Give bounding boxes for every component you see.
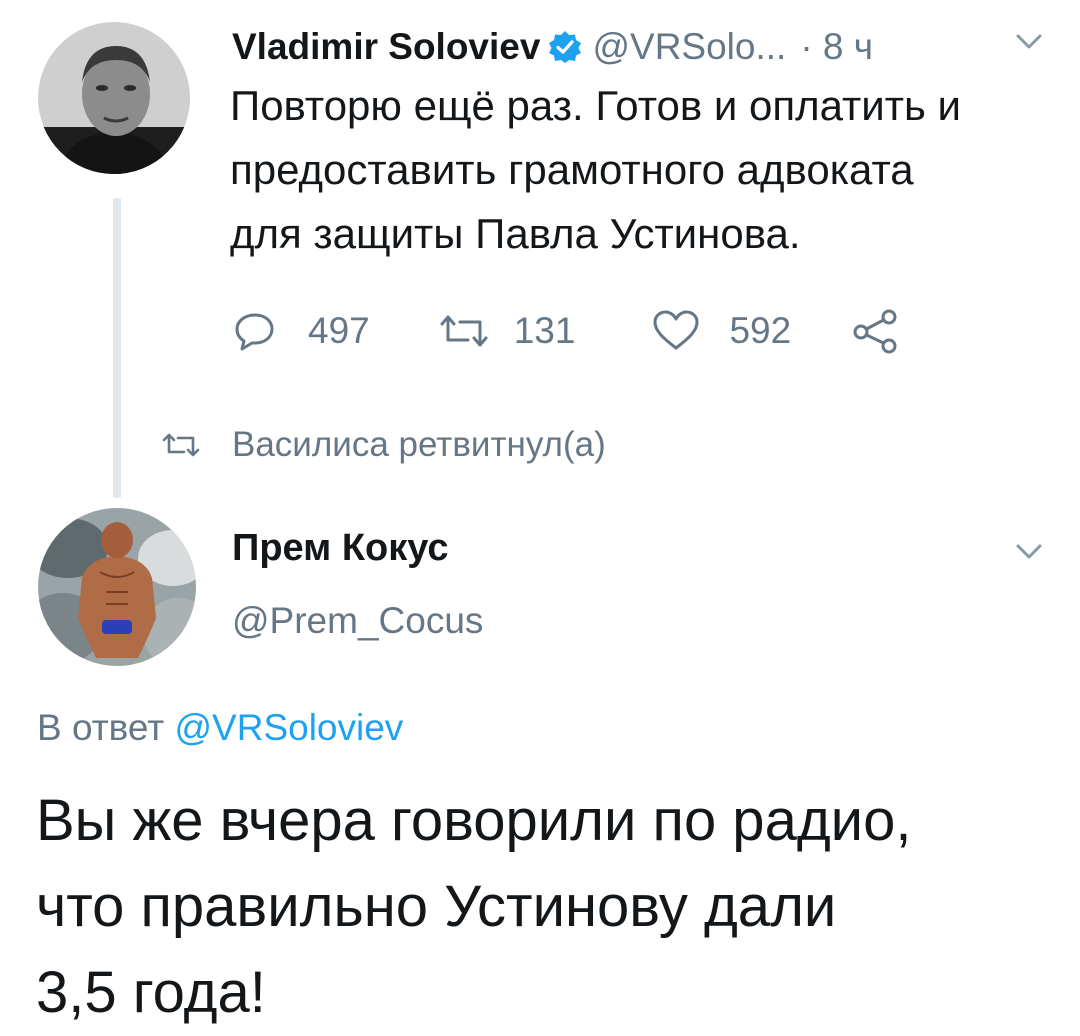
reply-text-line: что правильно Устинову дали xyxy=(36,874,837,939)
retweet-icon xyxy=(162,433,200,457)
reply-text-line: Вы же вчера говорили по радио, xyxy=(36,788,912,853)
retweet-icon xyxy=(440,315,488,347)
author-handle[interactable]: @VRSolo... xyxy=(592,26,786,68)
tweet-text-line: для защиты Павла Устинова. xyxy=(230,210,801,257)
share-icon xyxy=(853,309,897,354)
reply-author-handle[interactable]: @Prem_Cocus xyxy=(232,600,483,642)
chevron-down-icon[interactable] xyxy=(1012,540,1046,564)
tweet-header: Vladimir Soloviev @VRSolo... · 8 ч xyxy=(232,22,873,72)
share-button[interactable] xyxy=(851,308,899,354)
like-icon xyxy=(653,310,699,350)
author-avatar[interactable] xyxy=(38,22,190,174)
reply-button[interactable]: 497 xyxy=(232,308,370,354)
reply-to-line: В ответ @VRSoloviev xyxy=(37,707,403,749)
tweet-text: Повторю ещё раз. Готов и оплатить и пред… xyxy=(230,74,1030,266)
tweet-text-line: Повторю ещё раз. Готов и оплатить и xyxy=(230,82,961,129)
reply-author-avatar-photo xyxy=(38,508,196,666)
reply-count: 497 xyxy=(308,310,370,351)
reply-icon xyxy=(235,313,274,351)
retweet-button[interactable]: 131 xyxy=(436,308,576,354)
reply-text: Вы же вчера говорили по радио, что прави… xyxy=(36,778,1066,1036)
reply-to-prefix: В ответ xyxy=(37,707,165,748)
thread-connector-line xyxy=(113,198,121,498)
chevron-down-icon[interactable] xyxy=(1012,30,1046,54)
verified-badge-icon xyxy=(549,31,582,63)
reply-author-avatar[interactable] xyxy=(38,508,196,666)
reply-text-line: 3,5 года! xyxy=(36,960,266,1025)
author-name[interactable]: Vladimir Soloviev xyxy=(232,26,540,68)
retweet-context: Василиса ретвитнул(а) xyxy=(160,420,606,470)
tweet-timestamp[interactable]: · 8 ч xyxy=(800,26,873,68)
tweet-actions: 497 131 592 xyxy=(232,306,899,356)
reply-to-mention[interactable]: @VRSoloviev xyxy=(175,707,404,748)
retweet-context-text[interactable]: Василиса ретвитнул(а) xyxy=(232,425,606,465)
author-avatar-photo xyxy=(38,22,190,174)
like-button[interactable]: 592 xyxy=(651,308,791,354)
reply-author-name[interactable]: Прем Кокус xyxy=(232,527,449,570)
tweet-text-line: предоставить грамотного адвоката xyxy=(230,146,914,193)
retweet-count: 131 xyxy=(513,310,576,351)
like-count: 592 xyxy=(729,310,792,351)
